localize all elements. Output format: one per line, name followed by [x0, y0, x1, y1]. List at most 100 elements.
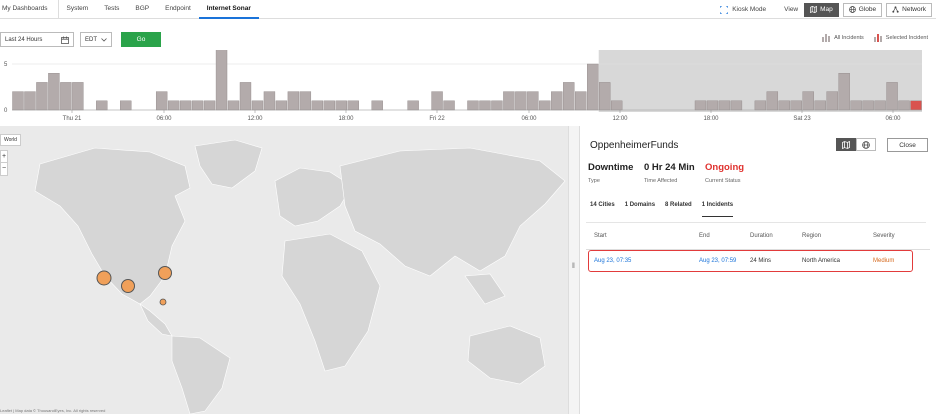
timeline-bar[interactable]: [610, 100, 623, 111]
timeline-bar[interactable]: [886, 82, 898, 111]
city-marker[interactable]: [121, 279, 135, 293]
close-button[interactable]: Close: [887, 138, 928, 152]
map-view-button[interactable]: Map: [804, 2, 839, 17]
timeline-bar[interactable]: [898, 100, 910, 111]
x-tick-label: 06:00: [156, 116, 172, 122]
timeline-bar[interactable]: [527, 91, 539, 111]
timeline-bar[interactable]: [587, 63, 599, 111]
nav-system[interactable]: System: [59, 0, 97, 19]
timeline-bar[interactable]: [431, 91, 443, 111]
column-severity[interactable]: Severity: [873, 233, 895, 239]
world-map[interactable]: World + − Leaflet | Map data © ThousandE…: [0, 126, 571, 414]
globe-view-button[interactable]: Globe: [842, 2, 883, 17]
timeline-bar[interactable]: [48, 73, 60, 111]
incident-duration: 24 Mins: [750, 258, 772, 264]
city-marker[interactable]: [158, 266, 172, 280]
incident-timeline-chart[interactable]: 5 0 Thu 21 06:00 12:00 18:00 Fri 22 06:00 12:00 1…: [0, 50, 936, 126]
timeline-bar[interactable]: [838, 73, 850, 111]
nav-my-dashboards[interactable]: My Dashboards: [2, 0, 59, 19]
timeline-bar[interactable]: [203, 100, 216, 111]
timeline-bar[interactable]: [299, 91, 312, 111]
timeline-bar[interactable]: [191, 100, 204, 111]
timeline-bar[interactable]: [790, 100, 802, 111]
panel-globe-view-button[interactable]: [856, 138, 876, 151]
timeline-bar[interactable]: [515, 91, 527, 111]
timeline-bar[interactable]: [718, 100, 731, 111]
timeline-bar[interactable]: [287, 91, 300, 111]
timeline-bar[interactable]: [730, 100, 743, 111]
nav-tests[interactable]: Tests: [96, 0, 127, 19]
timeline-bar[interactable]: [251, 100, 264, 111]
y-tick-label: 5: [4, 62, 8, 68]
timeline-bar[interactable]: [503, 91, 515, 111]
column-duration[interactable]: Duration: [750, 233, 773, 239]
timeline-bar[interactable]: [443, 100, 455, 111]
timeline-bar[interactable]: [563, 82, 575, 111]
timeline-bar[interactable]: [766, 91, 779, 111]
timeline-bar[interactable]: [371, 100, 383, 111]
timeline-bar[interactable]: [335, 100, 347, 111]
timeline-bar[interactable]: [551, 91, 563, 111]
timeline-bar[interactable]: [706, 100, 719, 111]
tab-cities[interactable]: 14 Cities: [590, 202, 615, 217]
timeline-bar[interactable]: [12, 91, 24, 111]
timeline-bar[interactable]: [575, 91, 587, 111]
timeline-bar[interactable]: [599, 82, 611, 111]
tab-incidents[interactable]: 1 Incidents: [701, 202, 734, 217]
timeline-bar[interactable]: [467, 100, 479, 111]
timeline-bar[interactable]: [227, 100, 240, 111]
nav-bgp[interactable]: BGP: [127, 0, 157, 19]
incident-end[interactable]: Aug 23, 07:59: [699, 258, 736, 264]
timeline-bar[interactable]: [539, 100, 551, 111]
timeline-bar[interactable]: [72, 82, 84, 111]
map-icon: [810, 6, 818, 13]
timeline-bar[interactable]: [874, 100, 886, 111]
timeline-bar[interactable]: [167, 100, 180, 111]
timeline-bar[interactable]: [311, 100, 324, 111]
timeline-bar[interactable]: [36, 82, 48, 111]
legend-all-label: All Incidents: [834, 35, 864, 41]
column-end[interactable]: End: [699, 233, 710, 239]
timeline-bar[interactable]: [120, 100, 132, 111]
city-marker[interactable]: [96, 270, 112, 286]
timezone-select[interactable]: EDT: [80, 32, 112, 47]
timeline-bar[interactable]: [60, 82, 72, 111]
timeline-bar[interactable]: [910, 100, 922, 111]
timeline-bar[interactable]: [96, 100, 108, 111]
column-region[interactable]: Region: [802, 233, 821, 239]
timeline-bar[interactable]: [850, 100, 862, 111]
timeline-bar[interactable]: [479, 100, 491, 111]
column-start[interactable]: Start: [594, 233, 607, 239]
kiosk-mode-button[interactable]: Kiosk Mode: [720, 5, 766, 14]
timeline-bar[interactable]: [802, 91, 814, 111]
go-button[interactable]: Go: [121, 32, 161, 47]
network-view-button[interactable]: Network: [886, 2, 932, 17]
tab-domains[interactable]: 1 Domains: [625, 202, 655, 217]
timeline-bar[interactable]: [239, 82, 252, 111]
timeline-bar[interactable]: [754, 100, 767, 111]
timeline-bar[interactable]: [24, 91, 36, 111]
timeline-bar[interactable]: [179, 100, 192, 111]
timeline-bar[interactable]: [862, 100, 874, 111]
tab-related[interactable]: 8 Related: [665, 202, 692, 217]
nav-endpoint[interactable]: Endpoint: [157, 0, 199, 19]
timeline-bar[interactable]: [155, 91, 168, 111]
timeline-bar[interactable]: [694, 100, 707, 111]
panel-resize-handle[interactable]: ‖: [568, 126, 580, 414]
timeline-bar[interactable]: [814, 100, 826, 111]
timeline-bar[interactable]: [215, 50, 228, 111]
timeline-bar[interactable]: [275, 100, 288, 111]
timeline-bar[interactable]: [263, 91, 276, 111]
timeline-bar[interactable]: [323, 100, 335, 111]
map-view-label: Map: [820, 6, 833, 13]
timeline-bar[interactable]: [491, 100, 503, 111]
timeline-bar[interactable]: [778, 100, 790, 111]
city-marker[interactable]: [159, 298, 167, 306]
timeline-bar[interactable]: [347, 100, 359, 111]
timeline-bar[interactable]: [407, 100, 419, 111]
timeline-bar[interactable]: [826, 91, 838, 111]
panel-map-view-button[interactable]: [836, 138, 856, 151]
time-range-select[interactable]: Last 24 Hours: [0, 32, 74, 47]
nav-internet-sonar[interactable]: Internet Sonar: [198, 0, 259, 19]
incident-start[interactable]: Aug 23, 07:35: [594, 258, 631, 264]
